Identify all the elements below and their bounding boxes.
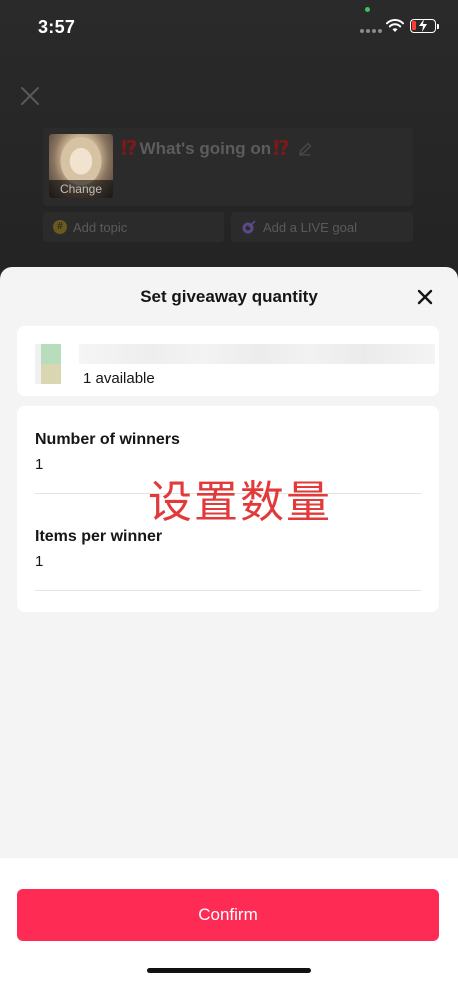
goal-icon: [242, 220, 256, 234]
title-emoji-right: ⁉: [273, 138, 290, 160]
camera-indicator-icon: [365, 7, 370, 12]
live-title[interactable]: ⁉ What's going on ⁉: [121, 136, 312, 161]
confirm-button[interactable]: Confirm: [17, 889, 439, 941]
change-cover-label[interactable]: Change: [49, 180, 113, 198]
item-thumbnail: [35, 344, 65, 384]
live-title-text: What's going on: [139, 138, 272, 158]
sheet-header: Set giveaway quantity: [0, 267, 458, 325]
hashtag-icon: #: [53, 220, 67, 234]
bottom-action-bar: Confirm: [0, 858, 458, 988]
status-time: 3:57: [38, 17, 76, 37]
divider: [35, 590, 421, 591]
items-per-winner-label: Items per winner: [35, 528, 163, 545]
edit-pencil-icon[interactable]: [298, 142, 312, 156]
close-icon[interactable]: [416, 288, 434, 306]
live-info-card: Change ⁉ What's going on ⁉: [43, 128, 413, 206]
close-live-setup-icon[interactable]: [20, 86, 40, 106]
item-name-blurred: [79, 344, 435, 364]
available-count: 1 available: [83, 370, 155, 387]
wifi-icon: [386, 19, 404, 32]
giveaway-item-card: 1 available: [17, 326, 439, 396]
add-live-goal-button[interactable]: Add a LIVE goal: [231, 212, 413, 242]
status-bar: 3:57: [0, 0, 458, 54]
quantity-form: Number of winners Items per winner 设置数量: [17, 406, 439, 612]
winners-label: Number of winners: [35, 431, 180, 448]
items-per-winner-input[interactable]: [35, 553, 415, 570]
annotation-overlay: 设置数量: [148, 477, 332, 528]
signal-icon: [360, 29, 382, 33]
home-indicator: [147, 968, 311, 973]
battery-icon: [410, 19, 439, 33]
cover-image[interactable]: Change: [49, 134, 113, 198]
add-topic-button[interactable]: # Add topic: [43, 212, 224, 242]
sheet-title: Set giveaway quantity: [140, 287, 318, 306]
add-live-goal-label: Add a LIVE goal: [263, 219, 357, 235]
giveaway-quantity-sheet: Set giveaway quantity 1 available Number…: [0, 267, 458, 988]
title-emoji-left: ⁉: [121, 138, 138, 160]
add-topic-label: Add topic: [73, 219, 128, 235]
